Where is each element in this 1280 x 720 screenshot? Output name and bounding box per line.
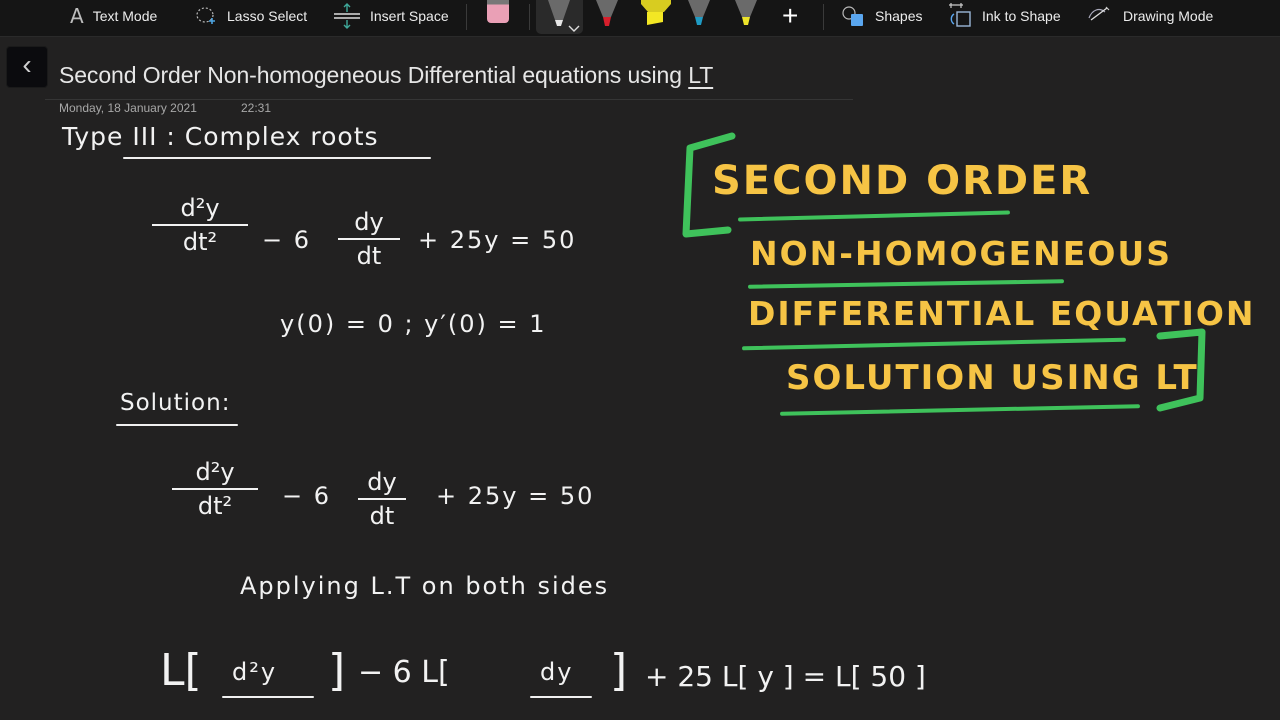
add-pen-button[interactable]: + (782, 0, 798, 32)
eq2-rhs: + 25y = 50 (436, 482, 595, 510)
denominator: dt² (197, 492, 233, 520)
insert-space-button[interactable]: Insert Space (333, 0, 449, 32)
banner-underline-2 (747, 279, 1065, 289)
chevron-down-icon[interactable] (568, 25, 580, 33)
numerator: d²y (195, 458, 235, 486)
eq3-close1: ] (328, 645, 346, 696)
text-mode-label: Text Mode (92, 8, 158, 24)
red-pen-tool[interactable] (588, 0, 628, 34)
right-bracket (1156, 328, 1206, 412)
ink-to-shape-label: Ink to Shape (982, 8, 1061, 24)
denominator: dt² (182, 228, 218, 256)
eq3-num2: dy (540, 658, 574, 686)
toolbar-separator (466, 4, 467, 30)
white-pen-tool[interactable] (536, 0, 583, 34)
lasso-select-label: Lasso Select (227, 8, 308, 24)
page-title-text: Second Order Non-homogeneous Differentia… (59, 62, 689, 88)
eraser-tool[interactable] (487, 0, 509, 23)
fraction-d2y-dt2: d²y dt² (172, 458, 258, 520)
denominator: dt (356, 242, 382, 270)
eq3-close2: ] (610, 645, 628, 696)
drawing-mode-label: Drawing Mode (1123, 8, 1214, 24)
yellow-pen-icon (735, 0, 757, 25)
yellow-highlighter-tool[interactable] (635, 0, 675, 34)
red-pen-icon (596, 0, 618, 26)
ink-canvas[interactable]: Type III : Complex roots d²y dt² − 6 dy … (0, 110, 1280, 720)
drawing-mode-button[interactable]: Drawing Mode (1086, 0, 1213, 32)
toolbar: A Text Mode Lasso Select Insert Space + (0, 0, 1280, 37)
toolbar-separator (823, 4, 824, 30)
shapes-icon (840, 4, 866, 28)
plus-icon: + (782, 0, 799, 31)
banner-line-1: Second Order (712, 158, 1093, 204)
fraction-bar (358, 498, 406, 500)
eq3-frac-bar-1 (222, 696, 314, 698)
page-title[interactable]: Second Order Non-homogeneous Differentia… (59, 62, 713, 89)
lasso-icon (194, 4, 218, 28)
chevron-left-icon: ‹ (22, 49, 32, 80)
ink-to-shape-button[interactable]: Ink to Shape (945, 0, 1061, 32)
lasso-select-button[interactable]: Lasso Select (194, 0, 307, 32)
blue-pen-tool[interactable] (680, 0, 720, 34)
initial-conditions: y(0) = 0 ; y′(0) = 1 (280, 310, 547, 338)
drawing-mode-icon (1086, 4, 1114, 28)
banner-line-2: Non-Homogeneous (750, 234, 1172, 273)
eq3-l1: L[ (160, 645, 202, 696)
shapes-button[interactable]: Shapes (840, 0, 922, 32)
fraction-dy-dt: dy dt (338, 208, 400, 270)
ink-heading: Type III : Complex roots (62, 122, 379, 151)
text-mode-button[interactable]: A Text Mode (70, 0, 157, 32)
blue-pen-icon (688, 0, 710, 25)
back-button[interactable]: ‹ (6, 46, 48, 88)
denominator: dt (369, 502, 395, 530)
eq3-frac-bar-2 (530, 696, 592, 698)
text-mode-icon: A (70, 4, 84, 28)
shapes-label: Shapes (875, 8, 923, 24)
ink-to-shape-icon (945, 2, 973, 30)
numerator: dy (354, 208, 384, 236)
eq1-mid: − 6 (262, 226, 312, 254)
banner-underline-1 (737, 210, 1011, 222)
fraction-bar (172, 488, 258, 490)
fraction-dy-dt: dy dt (358, 468, 406, 530)
yellow-pen-tool[interactable] (727, 0, 767, 34)
eq1-rhs: + 25y = 50 (418, 226, 577, 254)
toolbar-separator (529, 4, 530, 30)
fraction-d2y-dt2: d²y dt² (152, 194, 248, 256)
heading-underline (123, 157, 431, 159)
eq2-mid: − 6 (282, 482, 332, 510)
fraction-bar (152, 224, 248, 226)
solution-label: Solution: (120, 390, 231, 416)
eq3-mid: − 6 L[ (358, 655, 450, 690)
title-divider (45, 99, 853, 100)
fraction-bar (338, 238, 400, 240)
banner-line-4: Solution Using LT (786, 358, 1199, 398)
solution-underline (116, 424, 238, 426)
highlighter-icon (641, 0, 671, 25)
page-title-underlined: LT (688, 62, 714, 88)
insert-space-label: Insert Space (370, 8, 449, 24)
applying-lt-text: Applying L.T on both sides (240, 572, 610, 600)
banner-underline-3 (742, 337, 1126, 351)
numerator: d²y (180, 194, 220, 222)
insert-space-icon (333, 2, 361, 30)
eq3-rhs: + 25 L[ y ] = L[ 50 ] (645, 660, 926, 693)
eq3-num1: d²y (232, 658, 278, 686)
numerator: dy (367, 468, 397, 496)
banner-underline-4 (779, 404, 1141, 416)
